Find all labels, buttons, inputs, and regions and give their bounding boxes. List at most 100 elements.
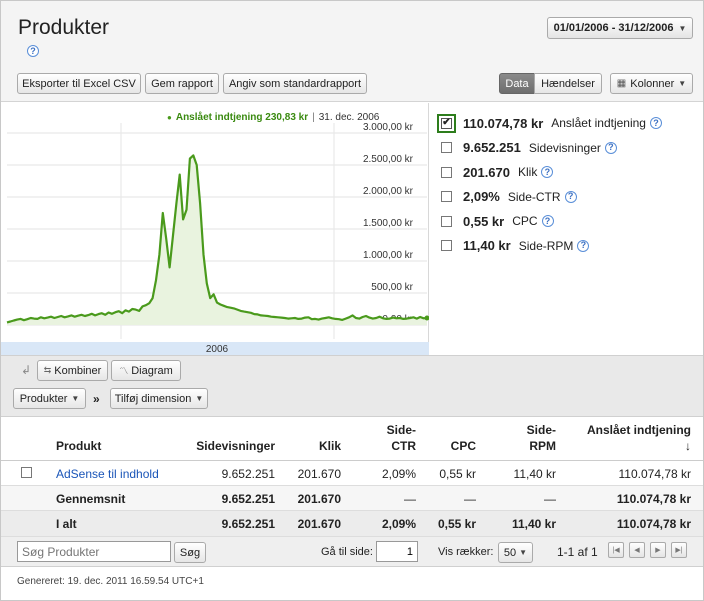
metric-checkbox[interactable] [441, 240, 452, 251]
sort-desc-icon: ↓ [685, 439, 691, 453]
column-header-earnings[interactable]: Anslået indtjening [561, 423, 691, 437]
pagination-status: 1-1 af 1 [557, 545, 598, 559]
metrics-panel: ✔ 110.074,78 kr Anslået indtjening? 9.652.2… [430, 103, 703, 355]
metric-checkbox[interactable] [441, 191, 452, 202]
diagram-button[interactable]: 〽 Diagram [111, 360, 181, 381]
y-tick-label: 1.000,00 kr [363, 250, 414, 261]
series-line [6, 154, 428, 324]
help-icon[interactable]: ? [577, 239, 590, 252]
product-link[interactable]: AdSense til indhold [56, 467, 159, 481]
column-header-cpc[interactable]: CPC [431, 439, 476, 453]
first-page-button[interactable]: |◀ [608, 542, 624, 558]
dimension-dropdown[interactable]: Produkter ▼ [13, 388, 86, 409]
diagram-label: Diagram [131, 364, 173, 377]
goto-page-input[interactable] [376, 541, 418, 562]
cell-clicks: 201.670 [297, 467, 341, 481]
generated-timestamp: Genereret: 19. dec. 2011 16.59.54 UTC+1 [17, 576, 204, 587]
cell-cpc: — [464, 492, 476, 506]
export-csv-button[interactable]: Eksporter til Excel CSV [17, 73, 141, 94]
column-header-clicks[interactable]: Klik [301, 439, 341, 453]
help-icon[interactable]: ? [27, 45, 39, 57]
search-products-input[interactable] [17, 541, 171, 562]
prev-page-icon: ◀ [634, 547, 640, 554]
cell-earnings: 110.074,78 kr [616, 492, 691, 506]
add-dimension-dropdown[interactable]: Tilføj dimension ▼ [110, 388, 208, 409]
combine-label: Kombiner [54, 364, 102, 377]
x-tick-label: 2006 [206, 344, 229, 355]
metric-row[interactable]: 11,40 kr Side-RPM? [441, 237, 590, 255]
cell-pageviews: 9.652.251 [221, 492, 275, 506]
last-page-button[interactable]: ▶| [671, 542, 687, 558]
chevron-down-icon: ▼ [71, 394, 80, 403]
help-icon[interactable]: ? [564, 190, 577, 203]
next-page-icon: ▶ [655, 547, 661, 554]
metric-row[interactable]: 0,55 kr CPC? [441, 212, 554, 230]
first-page-icon: |◀ [612, 547, 620, 554]
view-events-tab[interactable]: Hændelser [534, 73, 602, 94]
rows-value: 50 [503, 546, 517, 559]
metric-value: 0,55 kr [463, 213, 505, 229]
prev-page-button[interactable]: ◀ [629, 542, 645, 558]
columns-button[interactable]: ▦ Kolonner ▼ [610, 73, 693, 94]
add-dimension-label: Tilføj dimension [114, 392, 192, 405]
metric-value: 201.670 [463, 164, 510, 180]
cell-ctr: 2,09% [381, 467, 416, 481]
cell-clicks: 201.670 [297, 492, 341, 506]
metric-checkbox[interactable] [441, 215, 452, 227]
combine-button[interactable]: ⇆ Kombiner [37, 360, 108, 381]
chevron-down-icon: ▼ [678, 23, 687, 33]
columns-label: Kolonner [630, 77, 675, 90]
metric-checkbox[interactable] [441, 142, 452, 153]
metric-checkbox[interactable]: ✔ [437, 113, 456, 133]
table-row: AdSense til indhold 9.652.251 201.670 2,… [1, 461, 703, 486]
date-range-selector[interactable]: 01/01/2006 - 31/12/2006 ▼ [547, 17, 693, 39]
checkmark-icon: ✔ [441, 117, 452, 129]
search-button[interactable]: Søg [174, 542, 206, 563]
metric-label: Anslået indtjening [551, 116, 646, 130]
row-checkbox[interactable] [21, 467, 32, 478]
cell-rpm: 11,40 kr [511, 517, 556, 531]
metric-label: Sidevisninger [528, 140, 601, 155]
table-footer: Søg Gå til side: Vis rækker: 50 ▼ 1-1 af… [1, 537, 703, 567]
chart-panel: ● Anslået indtjening 230,83 kr | 31. dec… [1, 103, 429, 355]
set-default-report-button[interactable]: Angiv som standardrapport [223, 73, 367, 94]
metric-value: 2,09% [463, 189, 500, 204]
metric-label: CPC [512, 214, 538, 228]
help-icon[interactable]: ? [541, 166, 554, 178]
average-row: Gennemsnit 9.652.251 201.670 — — — 110.0… [1, 486, 703, 511]
cell-ctr: — [404, 492, 416, 506]
y-tick-label: 3.000,00 kr [363, 122, 414, 133]
metric-row[interactable]: 201.670 Klik? [441, 163, 554, 181]
table-toolbar: ↲ ⇆ Kombiner 〽 Diagram Produkter ▼ » Til… [1, 355, 703, 417]
cell-cpc: 0,55 kr [437, 517, 476, 531]
cell-earnings: 110.074,78 kr [616, 517, 691, 531]
average-label: Gennemsnit [56, 492, 126, 506]
save-report-button[interactable]: Gem rapport [145, 73, 219, 94]
chevron-down-icon: ▼ [519, 548, 528, 557]
chevron-down-icon: ▼ [195, 394, 204, 403]
series-area-fill [7, 155, 427, 325]
view-data-tab[interactable]: Data [499, 73, 535, 94]
help-icon[interactable]: ? [541, 215, 554, 227]
metric-row[interactable]: ✔ 110.074,78 kr Anslået indtjening? [437, 113, 662, 133]
page-title: Produkter [18, 16, 110, 39]
total-label: I alt [56, 517, 77, 531]
help-icon[interactable]: ? [649, 117, 662, 129]
metric-label: Side-CTR [507, 189, 561, 204]
earnings-line-chart[interactable]: 3.000,00 kr 2.500,00 kr 2.000,00 kr 1.500,0… [1, 103, 429, 355]
next-page-button[interactable]: ▶ [650, 542, 666, 558]
column-header-pageviews[interactable]: Sidevisninger [179, 439, 275, 453]
metric-row[interactable]: 9.652.251 Sidevisninger? [441, 139, 617, 157]
diagram-icon: 〽 [119, 366, 129, 376]
back-arrow-icon[interactable]: ↲ [21, 363, 31, 377]
column-header-rpm-line2[interactable]: RPM [501, 439, 556, 453]
column-header-ctr-line1[interactable]: Side- [361, 423, 416, 437]
help-icon[interactable]: ? [604, 141, 617, 154]
column-header-ctr-line2[interactable]: CTR [361, 439, 416, 453]
metric-row[interactable]: 2,09% Side-CTR? [441, 188, 577, 206]
column-header-rpm-line1[interactable]: Side- [501, 423, 556, 437]
rows-per-page-select[interactable]: 50 ▼ [498, 542, 533, 563]
column-header-product[interactable]: Produkt [56, 439, 101, 453]
last-page-icon: ▶| [675, 547, 683, 554]
metric-checkbox[interactable] [441, 166, 452, 178]
